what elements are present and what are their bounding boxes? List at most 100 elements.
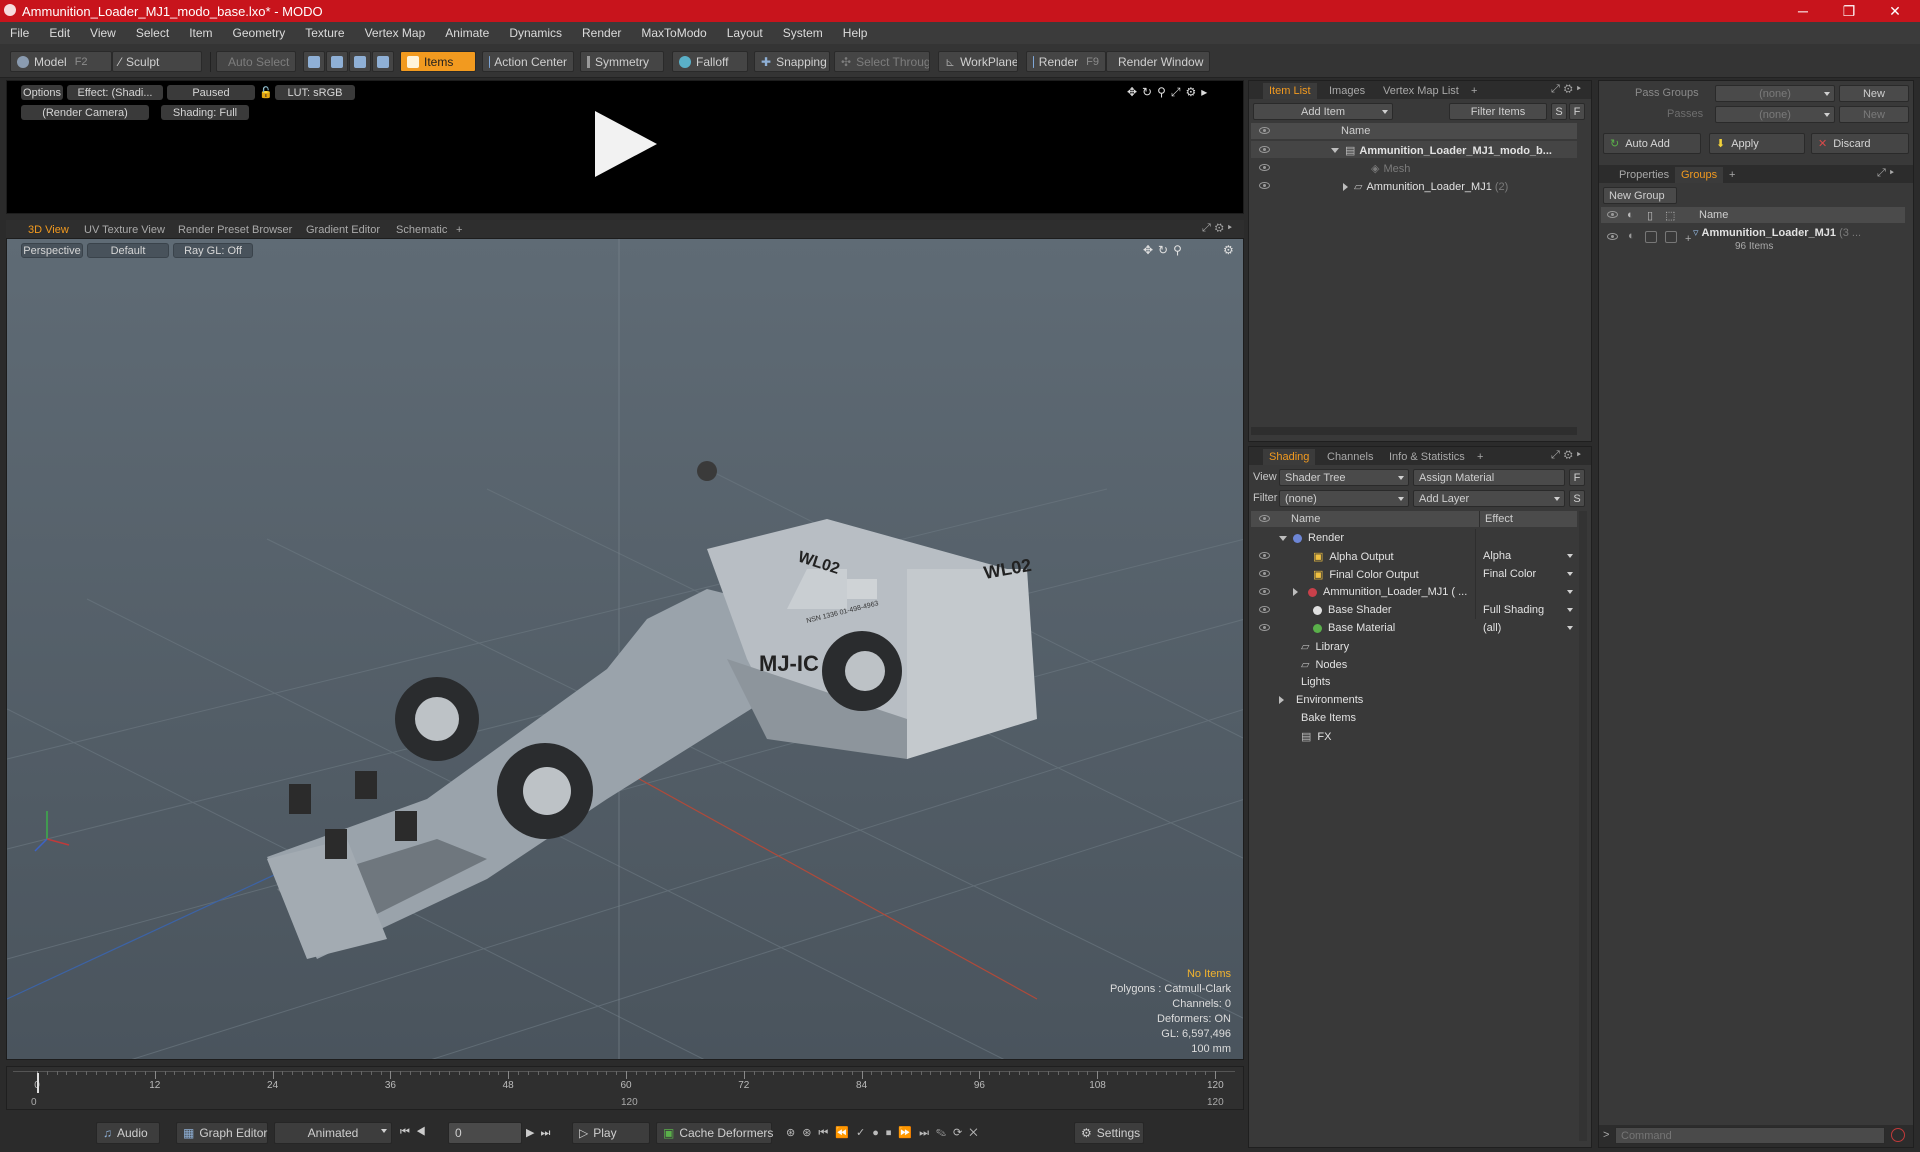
timeline-playhead[interactable]: [37, 1073, 39, 1093]
shader-row-material-group[interactable]: Ammunition_Loader_MJ1 ( ...: [1251, 583, 1577, 600]
render-window-button[interactable]: Render Window: [1106, 51, 1210, 72]
expand-icon[interactable]: [1293, 588, 1298, 596]
item-row-group[interactable]: ▱ Ammunition_Loader_MJ1 (2): [1251, 177, 1577, 194]
vertical-scrollbar[interactable]: [1579, 511, 1587, 1141]
visibility-icon[interactable]: [1259, 182, 1270, 189]
auto-add-button[interactable]: ↻ Auto Add: [1603, 133, 1701, 154]
cache-deformers-button[interactable]: ▣ Cache Deformers: [656, 1122, 773, 1144]
tab-gradient-editor[interactable]: Gradient Editor: [306, 222, 380, 238]
chevron-down-icon[interactable]: [1567, 572, 1573, 576]
expand-icon[interactable]: [1279, 535, 1287, 541]
menu-select[interactable]: Select: [126, 26, 179, 40]
menu-vertex-map[interactable]: Vertex Map: [355, 26, 436, 40]
menu-dynamics[interactable]: Dynamics: [499, 26, 572, 40]
shader-row-render[interactable]: Render: [1251, 529, 1577, 546]
model-mode-button[interactable]: Model F2: [10, 51, 112, 72]
shader-row-nodes[interactable]: ▱ Nodes: [1251, 655, 1577, 672]
assign-material-button[interactable]: Assign Material: [1413, 469, 1565, 486]
filter-items-input[interactable]: Filter Items: [1449, 103, 1547, 120]
frame-input[interactable]: 0: [448, 1122, 522, 1144]
expand-icon[interactable]: [1343, 182, 1348, 191]
step-forward-icons[interactable]: ▶⏭: [526, 1126, 556, 1140]
visibility-icon[interactable]: [1259, 164, 1270, 171]
panel-options-icons[interactable]: ⤢⚙▸: [1551, 449, 1585, 462]
tab-properties[interactable]: Properties: [1613, 167, 1675, 183]
ray-gl-dropdown[interactable]: Ray GL: Off: [173, 243, 253, 258]
visibility-icon[interactable]: [1259, 624, 1270, 631]
tab-groups[interactable]: Groups: [1675, 167, 1724, 183]
pass-groups-dropdown[interactable]: (none): [1715, 85, 1835, 102]
shader-row-base-shader[interactable]: Base Shader Full Shading: [1251, 601, 1577, 618]
discard-button[interactable]: ✕ Discard: [1811, 133, 1909, 154]
render-toggle-icon[interactable]: ◐: [1628, 230, 1635, 242]
tab-render-preset-browser[interactable]: Render Preset Browser: [178, 222, 292, 238]
menu-view[interactable]: View: [80, 26, 126, 40]
preview-nav-icons[interactable]: ✥↻⚲⤢⚙▸: [1127, 85, 1212, 100]
step-back-icons[interactable]: ⏮◀: [400, 1126, 432, 1139]
key-transport-icons[interactable]: ⊛⊛⏮⏪✓●⏹⏩⏭✎⟳✕: [786, 1126, 985, 1140]
sculpt-mode-button[interactable]: ⁄ Sculpt: [112, 51, 202, 72]
animated-dropdown[interactable]: Animated: [274, 1122, 392, 1144]
shader-row-final-color-output[interactable]: ▣ Final Color Output Final Color: [1251, 565, 1577, 582]
menu-file[interactable]: File: [0, 26, 39, 40]
visibility-icon[interactable]: [1259, 146, 1270, 153]
shader-row-library[interactable]: ▱ Library: [1251, 637, 1577, 654]
shader-row-base-material[interactable]: Base Material (all): [1251, 619, 1577, 636]
tab-3d-view[interactable]: 3D View: [28, 222, 69, 238]
select-checkbox[interactable]: [1665, 231, 1677, 243]
3d-viewport[interactable]: MJ-IC WL02 WL02 NSN 1336 01-498-4963 Per…: [6, 238, 1244, 1060]
effect-value[interactable]: Full Shading: [1483, 604, 1544, 616]
expand-icon[interactable]: [1279, 696, 1284, 704]
play-button[interactable]: ▷ Play: [572, 1122, 650, 1144]
items-mode-button[interactable]: Items: [400, 51, 476, 72]
preview-lut-dropdown[interactable]: LUT: sRGB: [275, 85, 355, 100]
select-polygons-button[interactable]: [349, 51, 371, 72]
falloff-button[interactable]: Falloff: [672, 51, 748, 72]
shader-row-lights[interactable]: Lights: [1251, 673, 1577, 690]
panel-options-icons[interactable]: ⤢⚙▸: [1551, 83, 1585, 96]
menu-maxtomodo[interactable]: MaxToModo: [631, 26, 716, 40]
expand-icon[interactable]: [1331, 148, 1339, 153]
item-row-scene[interactable]: ▤ Ammunition_Loader_MJ1_modo_b...: [1251, 141, 1577, 158]
tab-uv-texture-view[interactable]: UV Texture View: [84, 222, 165, 238]
chevron-down-icon[interactable]: [1567, 590, 1573, 594]
close-button[interactable]: ✕: [1872, 0, 1918, 22]
viewport-expand-icons[interactable]: ⤢⚙▸: [1202, 222, 1236, 235]
chevron-down-icon[interactable]: [1567, 608, 1573, 612]
group-row[interactable]: ◐ + ▿ Ammunition_Loader_MJ1 (3 ... 96 Ite…: [1601, 225, 1905, 255]
menu-item[interactable]: Item: [179, 26, 222, 40]
select-edges-button[interactable]: [326, 51, 348, 72]
visibility-icon[interactable]: [1259, 606, 1270, 613]
lock-icon[interactable]: 🔓: [259, 86, 273, 99]
default-style-dropdown[interactable]: Default: [87, 243, 169, 258]
effect-value[interactable]: Alpha: [1483, 550, 1511, 562]
visibility-icon[interactable]: [1607, 233, 1618, 240]
snapping-button[interactable]: ✚ Snapping: [754, 51, 830, 72]
preview-options-button[interactable]: Options: [21, 85, 63, 100]
shading-f-button[interactable]: F: [1569, 469, 1585, 486]
shader-row-bake-items[interactable]: Bake Items: [1251, 709, 1577, 726]
menu-system[interactable]: System: [773, 26, 833, 40]
new-pass-button[interactable]: New: [1839, 106, 1909, 123]
item-row-mesh[interactable]: ◈ Mesh: [1251, 159, 1577, 176]
tab-vertex-map-list[interactable]: Vertex Map List: [1377, 83, 1465, 99]
shading-s-button[interactable]: S: [1569, 490, 1585, 507]
select-materials-button[interactable]: [372, 51, 394, 72]
add-panel-tab[interactable]: +: [1471, 449, 1489, 465]
apply-button[interactable]: ⬇ Apply: [1709, 133, 1805, 154]
menu-help[interactable]: Help: [833, 26, 878, 40]
preview-paused-button[interactable]: Paused: [167, 85, 255, 100]
add-panel-tab[interactable]: +: [1723, 167, 1741, 183]
tab-info-statistics[interactable]: Info & Statistics: [1383, 449, 1471, 465]
visibility-icon[interactable]: [1259, 588, 1270, 595]
graph-editor-button[interactable]: ▦ Graph Editor: [176, 1122, 268, 1144]
tab-schematic[interactable]: Schematic: [396, 222, 447, 238]
tab-images[interactable]: Images: [1323, 83, 1371, 99]
play-render-icon[interactable]: [591, 109, 659, 179]
select-through-button[interactable]: ✣ Select Through: [834, 51, 930, 72]
viewport-settings-icon[interactable]: ⚙: [1223, 243, 1234, 257]
visibility-icon[interactable]: [1259, 570, 1270, 577]
chevron-down-icon[interactable]: [1567, 554, 1573, 558]
filter-s-button[interactable]: S: [1551, 103, 1567, 120]
new-group-button[interactable]: New Group: [1603, 187, 1677, 204]
